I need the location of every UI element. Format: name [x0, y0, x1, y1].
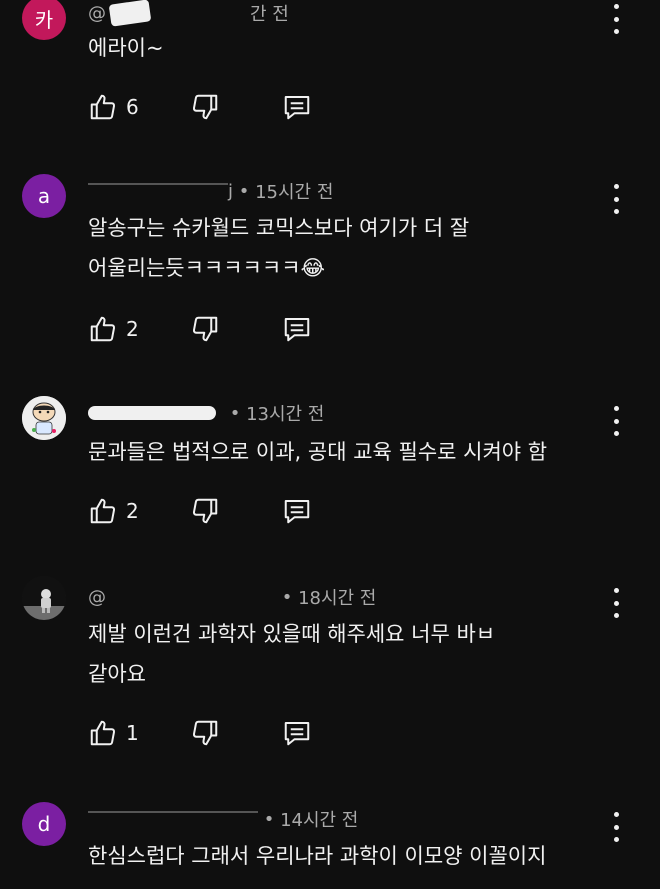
reply-comment-icon [284, 318, 310, 342]
comment-text: 제발 이런건 과학자 있을때 해주세요 너무 바ㅂ 같아요 [88, 622, 496, 686]
cartoon-avatar-icon [22, 396, 66, 440]
redaction [216, 404, 224, 422]
like-count: 2 [126, 499, 139, 523]
redaction [88, 811, 258, 821]
thumbs-down-icon [192, 498, 218, 524]
timestamp[interactable]: 14시간 전 [280, 806, 358, 832]
avatar[interactable]: a [22, 174, 66, 218]
comment-meta: @ • 18시간 전 [88, 584, 376, 610]
timestamp[interactable]: 15시간 전 [255, 178, 333, 204]
redaction [88, 183, 228, 193]
avatar[interactable] [22, 396, 66, 440]
thumbs-down-icon [192, 94, 218, 120]
avatar[interactable]: 카 [22, 0, 66, 40]
comment-text: 에라이~ [88, 36, 164, 60]
avatar-letter: d [37, 812, 51, 836]
comment-meta: • 13시간 전 [88, 400, 324, 426]
dislike-button[interactable] [190, 314, 220, 344]
more-vert-icon [613, 4, 619, 9]
avatar[interactable]: d [22, 802, 66, 846]
dislike-button[interactable] [190, 496, 220, 526]
redaction [108, 0, 152, 27]
reply-comment-icon [284, 96, 310, 120]
like-button[interactable]: 1 [88, 718, 139, 748]
thumbs-up-icon [90, 316, 116, 342]
reply-button[interactable] [282, 92, 312, 122]
timestamp[interactable]: 18시간 전 [298, 584, 376, 610]
reply-comment-icon [284, 500, 310, 524]
astronaut-avatar-icon [22, 576, 66, 620]
comment-text: 한심스럽다 그래서 우리나라 과학이 이모양 이꼴이지 [88, 844, 547, 868]
dislike-button[interactable] [190, 718, 220, 748]
dislike-button[interactable] [190, 92, 220, 122]
like-count: 6 [126, 95, 139, 119]
like-button[interactable]: 6 [88, 92, 139, 122]
thumbs-down-icon [192, 316, 218, 342]
like-count: 1 [126, 721, 139, 745]
like-count: 2 [126, 317, 139, 341]
avatar-letter: 카 [34, 7, 54, 32]
thumbs-up-icon [90, 720, 116, 746]
reply-comment-icon [284, 722, 310, 746]
like-button[interactable]: 2 [88, 496, 139, 526]
avatar[interactable] [22, 576, 66, 620]
author-name[interactable]: @ [88, 3, 106, 24]
timestamp[interactable]: 13시간 전 [246, 400, 324, 426]
reply-button[interactable] [282, 496, 312, 526]
more-vert-icon [613, 812, 619, 817]
reply-button[interactable] [282, 718, 312, 748]
thumbs-down-icon [192, 720, 218, 746]
avatar-letter: a [37, 184, 51, 208]
more-vert-icon [613, 184, 619, 189]
timestamp[interactable]: 간 전 [250, 0, 289, 26]
redaction [106, 588, 276, 606]
comment-meta: • 14시간 전 [88, 806, 358, 832]
redaction [88, 406, 216, 420]
thumbs-up-icon [90, 94, 116, 120]
comment-text: 문과들은 법적으로 이과, 공대 교육 필수로 시켜야 함 [88, 440, 548, 464]
comment-meta: @ 간 전 [88, 0, 289, 27]
more-vert-icon [613, 588, 619, 593]
comment-text: 알송구는 슈카월드 코믹스보다 여기가 더 잘 어울리는듯ㅋㅋㅋㅋㅋㅋ😂 [88, 216, 470, 280]
more-vert-icon [613, 406, 619, 411]
author-name[interactable]: @ [88, 587, 106, 608]
comment-meta: j • 15시간 전 [88, 178, 333, 204]
like-button[interactable]: 2 [88, 314, 139, 344]
thumbs-up-icon [90, 498, 116, 524]
redaction [150, 4, 250, 22]
reply-button[interactable] [282, 314, 312, 344]
